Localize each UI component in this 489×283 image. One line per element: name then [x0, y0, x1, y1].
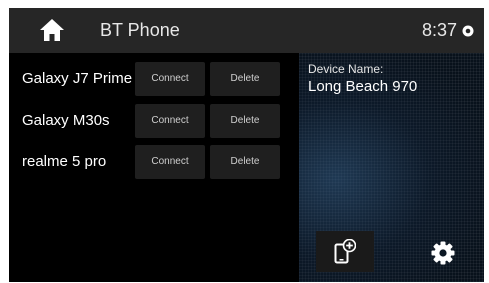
- delete-button[interactable]: Delete: [210, 104, 280, 138]
- gear-icon[interactable]: [431, 241, 455, 265]
- device-name[interactable]: realme 5 pro: [22, 145, 106, 179]
- bt-phone-screen: BT Phone 8:37 Galaxy J7 Prime Connect De…: [9, 8, 484, 282]
- delete-button[interactable]: Delete: [210, 62, 280, 96]
- device-name[interactable]: Galaxy M30s: [22, 104, 110, 138]
- status-indicator-icon: [462, 24, 474, 37]
- connect-button[interactable]: Connect: [135, 104, 205, 138]
- device-row: realme 5 pro Connect Delete: [9, 145, 299, 179]
- add-device-button[interactable]: [316, 231, 374, 272]
- delete-button[interactable]: Delete: [210, 145, 280, 179]
- header-bar: BT Phone 8:37: [9, 8, 484, 53]
- connect-button[interactable]: Connect: [135, 62, 205, 96]
- device-name-label: Device Name:: [308, 62, 384, 76]
- device-row: Galaxy M30s Connect Delete: [9, 104, 299, 138]
- page-title: BT Phone: [100, 20, 180, 40]
- device-row: Galaxy J7 Prime Connect Delete: [9, 62, 299, 96]
- clock: 8:37: [422, 20, 458, 40]
- device-name-value: Long Beach 970: [308, 78, 418, 95]
- connect-button[interactable]: Connect: [135, 145, 205, 179]
- device-name[interactable]: Galaxy J7 Prime: [22, 62, 132, 96]
- device-info-panel: Device Name: Long Beach 970: [299, 53, 484, 282]
- add-device-icon: [334, 239, 356, 264]
- home-icon[interactable]: [39, 18, 65, 42]
